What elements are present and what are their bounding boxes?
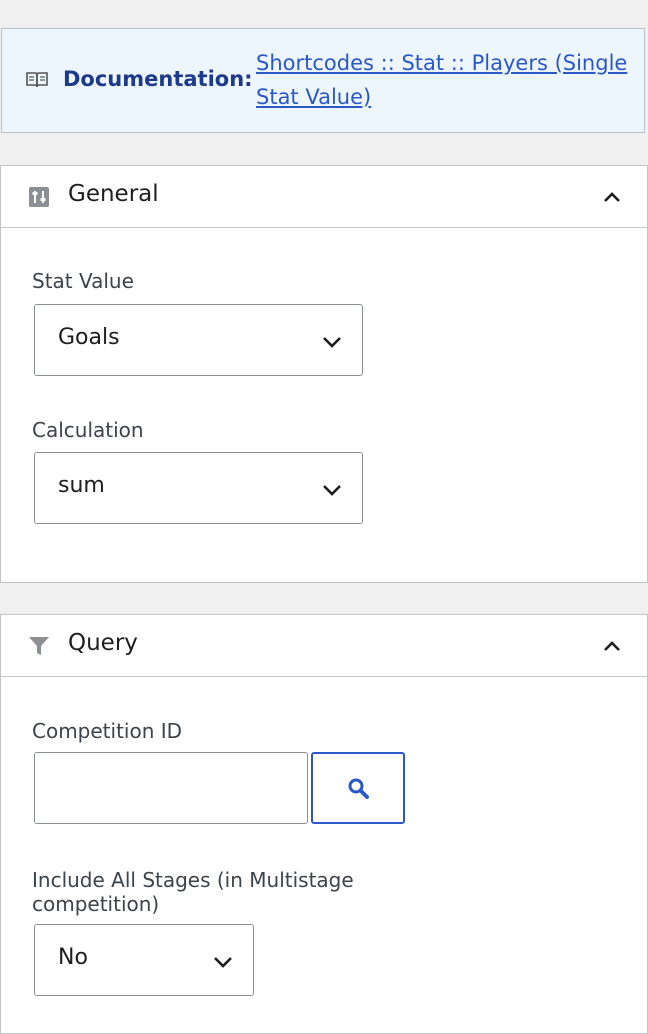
query-panel-header[interactable]: Query [1,615,647,677]
filter-icon [29,637,49,655]
stat-value-select[interactable]: Goals [34,304,363,376]
chevron-down-icon [214,957,232,968]
competition-id-label: Competition ID [32,719,183,743]
general-panel: General Stat Value Goals Calculation sum [0,165,648,583]
documentation-notice: Documentation: Shortcodes :: Stat :: Pla… [1,28,645,133]
include-all-stages-label: Include All Stages (in Multistage compet… [32,868,354,916]
include-all-stages-selected: No [58,945,88,970]
stat-value-selected: Goals [58,325,120,350]
chevron-down-icon [323,337,341,348]
search-button[interactable] [311,752,405,824]
stat-value-label: Stat Value [32,269,134,293]
chevron-up-icon[interactable] [601,636,623,656]
calculation-selected: sum [58,473,105,498]
chevron-up-icon[interactable] [601,187,623,207]
general-panel-header[interactable]: General [1,166,647,228]
documentation-link[interactable]: Shortcodes :: Stat :: Players (Single St… [256,46,636,114]
documentation-label: Documentation: [63,67,253,91]
book-icon [26,72,48,88]
calculation-label: Calculation [32,418,144,442]
sliders-icon [29,187,49,207]
calculation-select[interactable]: sum [34,452,363,524]
chevron-down-icon [323,485,341,496]
competition-id-input[interactable] [34,752,308,824]
general-panel-title: General [68,181,159,207]
query-panel: Query Competition ID Include All Stages … [0,614,648,1034]
include-all-stages-select[interactable]: No [34,924,254,996]
search-icon [348,778,369,799]
query-panel-title: Query [68,630,138,656]
